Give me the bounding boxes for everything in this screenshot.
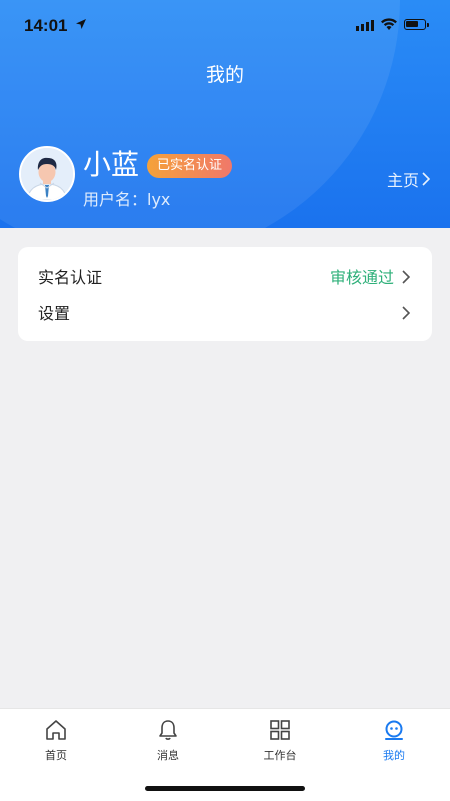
settings-card: 实名认证 审核通过 设置 <box>18 247 432 341</box>
home-icon <box>46 720 66 740</box>
wifi-icon <box>381 18 397 30</box>
chevron-right-icon <box>402 270 410 284</box>
menu-item-settings[interactable]: 设置 <box>18 294 432 330</box>
user-display-name: 小蓝 <box>83 148 140 181</box>
chevron-right-icon <box>402 306 410 320</box>
home-page-link-label: 主页 <box>386 171 419 190</box>
grid-icon <box>270 720 290 740</box>
status-bar: 14:01 <box>0 0 450 52</box>
verified-badge: 已实名认证 <box>147 154 233 178</box>
tab-workbench[interactable]: 工作台 <box>240 717 320 763</box>
tab-label: 工作台 <box>263 749 297 762</box>
tab-label: 我的 <box>383 749 405 762</box>
home-indicator <box>145 786 305 791</box>
tab-home[interactable]: 首页 <box>16 717 96 763</box>
menu-item-real-name-verification[interactable]: 实名认证 审核通过 <box>18 258 432 294</box>
cellular-signal-icon <box>356 20 374 31</box>
menu-item-label: 实名认证 <box>38 268 103 287</box>
bell-icon <box>159 720 177 740</box>
verification-status: 审核通过 <box>329 268 394 287</box>
tab-messages[interactable]: 消息 <box>128 717 208 763</box>
page-title: 我的 <box>205 64 244 86</box>
status-time: 14:01 <box>24 16 68 35</box>
avatar[interactable] <box>19 146 75 202</box>
menu-item-label: 设置 <box>38 304 71 323</box>
tab-label: 消息 <box>157 749 179 762</box>
profile-icon <box>385 720 403 740</box>
tab-mine[interactable]: 我的 <box>354 717 434 763</box>
location-arrow-icon <box>76 19 86 29</box>
username-label: 用户名：lyx <box>83 190 171 209</box>
home-page-link[interactable]: 主页 <box>387 167 430 191</box>
chevron-right-icon <box>422 172 430 186</box>
battery-icon <box>404 19 429 30</box>
user-avatar-icon <box>21 148 73 200</box>
tab-label: 首页 <box>45 749 67 762</box>
